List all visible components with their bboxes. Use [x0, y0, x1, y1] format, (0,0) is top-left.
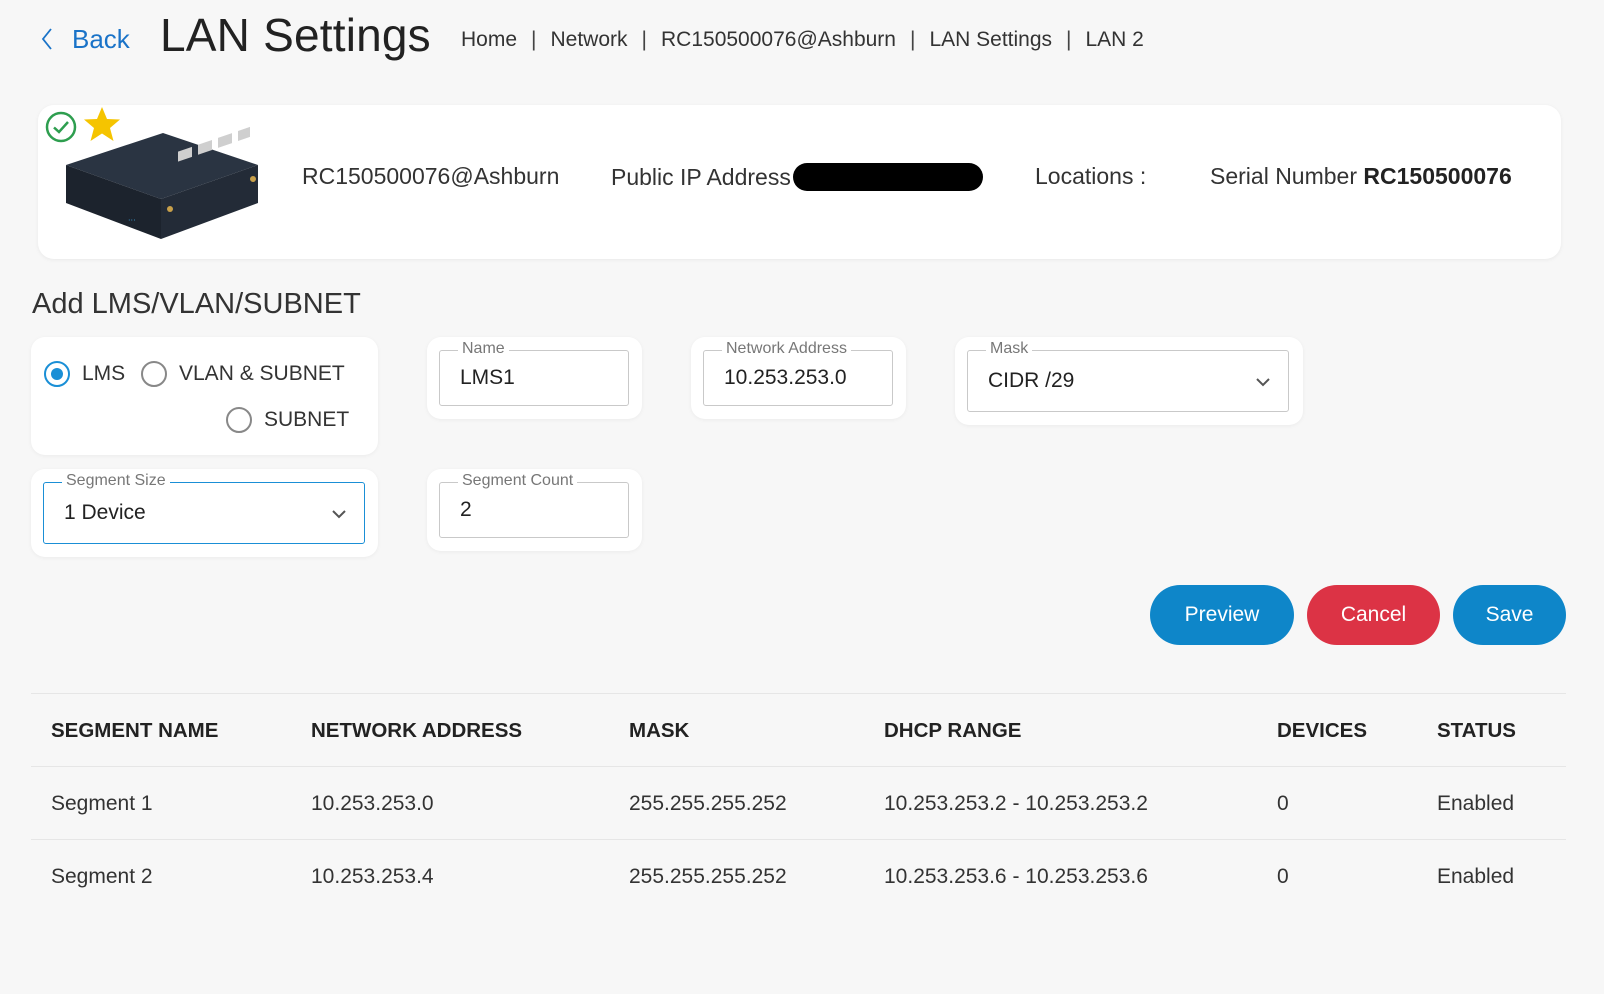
column-header: NETWORK ADDRESS [311, 718, 523, 742]
radio-vlan-subnet-label: VLAN & SUBNET [179, 362, 345, 385]
name-value: LMS1 [460, 366, 515, 389]
public-ip-redacted [792, 163, 983, 191]
radio-lms-label: LMS [82, 362, 126, 385]
segment-count-panel: Segment Count 2 [427, 469, 642, 551]
mask-cell: 255.255.255.252 [629, 791, 787, 815]
status-cell: Enabled [1437, 791, 1515, 815]
dhcp-range-cell: 10.253.253.2 - 10.253.253.2 [884, 791, 1148, 815]
radio-subnet-label: SUBNET [264, 408, 350, 431]
locations-label: Locations : [1035, 163, 1147, 189]
save-button[interactable]: Save [1453, 585, 1566, 645]
network-address-label: Network Address [722, 340, 851, 358]
segments-table: SEGMENT NAME NETWORK ADDRESS MASK DHCP R… [31, 693, 1566, 912]
back-link[interactable]: Back [40, 22, 130, 56]
breadcrumb: Home | Network | RC150500076@Ashburn | L… [461, 28, 1144, 52]
top-bar: Back LAN Settings Home | Network | RC150… [0, 0, 1604, 80]
breadcrumb-lan-settings[interactable]: LAN Settings [929, 28, 1052, 52]
mask-select[interactable]: Mask CIDR /29 [967, 340, 1289, 412]
star-icon[interactable] [82, 105, 122, 143]
network-address-input[interactable]: Network Address 10.253.253.0 [703, 340, 893, 406]
devices-cell: 0 [1277, 791, 1289, 815]
segment-type-panel: LMS VLAN & SUBNET SUBNET [31, 337, 378, 455]
radio-subnet[interactable]: SUBNET [226, 407, 349, 433]
device-name: RC150500076@Ashburn [302, 163, 560, 189]
public-ip-label: Public IP Address [611, 163, 791, 190]
chevron-down-icon[interactable] [330, 505, 348, 523]
public-ip: Public IP Address [611, 163, 983, 191]
breadcrumb-separator: | [909, 28, 916, 51]
segment-name-cell: Segment 1 [51, 791, 153, 815]
column-header: STATUS [1437, 718, 1516, 742]
name-input[interactable]: Name LMS1 [439, 340, 629, 406]
segment-size-select[interactable]: Segment Size 1 Device [43, 472, 365, 544]
network-address-cell: 10.253.253.4 [311, 864, 434, 888]
serial-number: Serial Number RC150500076 [1210, 163, 1512, 190]
radio-subnet-circle[interactable] [226, 407, 252, 433]
page-title: LAN Settings [160, 9, 431, 61]
status-cell: Enabled [1437, 864, 1515, 888]
svg-text:···: ··· [128, 216, 136, 225]
chevron-left-icon [41, 28, 52, 50]
network-address-value: 10.253.253.0 [724, 366, 847, 389]
mask-label: Mask [986, 340, 1033, 358]
column-header: SEGMENT NAME [51, 718, 219, 742]
cancel-button[interactable]: Cancel [1307, 585, 1440, 645]
mask-value: CIDR /29 [988, 369, 1075, 392]
name-panel: Name LMS1 [427, 337, 642, 419]
table-row: Segment 1 10.253.253.0 255.255.255.252 1… [31, 766, 1566, 839]
check-circle-icon [45, 111, 77, 143]
devices-cell: 0 [1277, 864, 1289, 888]
segment-size-label: Segment Size [62, 472, 170, 490]
radio-vlan-subnet-circle[interactable] [141, 361, 167, 387]
radio-vlan-subnet[interactable]: VLAN & SUBNET [141, 361, 345, 387]
column-header: DHCP RANGE [884, 718, 1022, 742]
dhcp-range-cell: 10.253.253.6 - 10.253.253.6 [884, 864, 1148, 888]
table-header-row: SEGMENT NAME NETWORK ADDRESS MASK DHCP R… [31, 693, 1566, 766]
preview-button[interactable]: Preview [1150, 585, 1294, 645]
section-title: Add LMS/VLAN/SUBNET [32, 288, 361, 320]
breadcrumb-separator: | [1066, 28, 1072, 51]
breadcrumb-home[interactable]: Home [461, 28, 517, 52]
column-header: DEVICES [1277, 718, 1367, 742]
segment-size-value: 1 Device [64, 501, 146, 524]
breadcrumb-lan-2: LAN 2 [1085, 28, 1144, 51]
serial-label: Serial Number [1210, 163, 1357, 189]
column-header: MASK [629, 718, 690, 742]
segment-count-input[interactable]: Segment Count 2 [439, 472, 629, 538]
segment-size-panel: Segment Size 1 Device [31, 469, 378, 557]
radio-lms-circle[interactable] [44, 361, 70, 387]
radio-lms[interactable]: LMS [44, 361, 125, 387]
device-card: ··· RC150500076@Ashburn Public IP Addres… [38, 105, 1561, 259]
breadcrumb-network[interactable]: Network [551, 28, 628, 52]
network-address-panel: Network Address 10.253.253.0 [691, 337, 906, 419]
segment-count-label: Segment Count [458, 472, 578, 490]
breadcrumb-separator: | [531, 28, 537, 51]
mask-cell: 255.255.255.252 [629, 864, 787, 888]
table-row: Segment 2 10.253.253.4 255.255.255.252 1… [31, 839, 1566, 912]
name-label: Name [458, 340, 509, 358]
serial-value: RC150500076 [1363, 163, 1512, 189]
back-label: Back [72, 23, 130, 54]
breadcrumb-device[interactable]: RC150500076@Ashburn [661, 28, 896, 52]
segment-name-cell: Segment 2 [51, 864, 153, 888]
segment-count-value: 2 [460, 498, 472, 521]
breadcrumb-separator: | [641, 28, 647, 51]
mask-panel: Mask CIDR /29 [955, 337, 1303, 425]
chevron-down-icon[interactable] [1254, 373, 1272, 391]
network-address-cell: 10.253.253.0 [311, 791, 434, 815]
